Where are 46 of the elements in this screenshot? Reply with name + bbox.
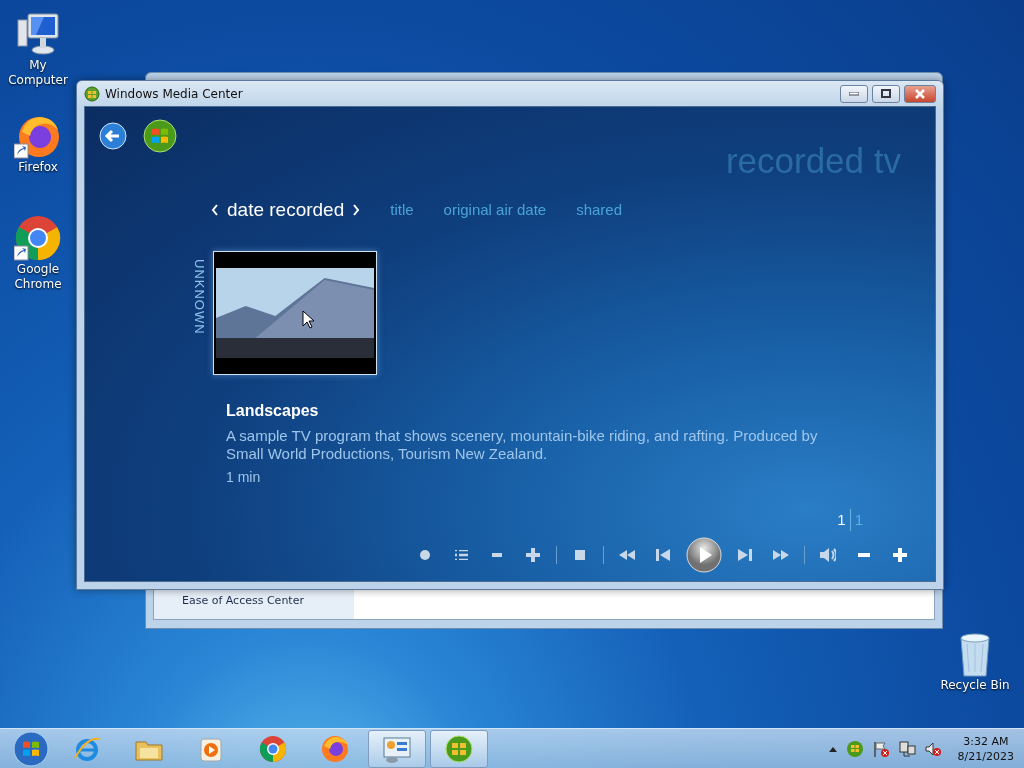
close-button[interactable] <box>904 84 936 103</box>
group-label: UNKNOWN <box>190 258 208 335</box>
taskbar-button[interactable] <box>430 729 488 768</box>
clock-time: 3:32 AM <box>962 733 1010 749</box>
list-icon[interactable] <box>454 550 468 560</box>
app-logo-icon <box>84 85 100 102</box>
computer-icon <box>14 10 62 58</box>
circle-logo-icon <box>258 733 288 764</box>
sort-tab[interactable]: original air date <box>443 199 547 222</box>
play-button[interactable] <box>686 537 722 573</box>
back-button[interactable] <box>99 122 127 150</box>
fox-logo-icon <box>320 733 350 764</box>
restore-button[interactable] <box>872 84 900 103</box>
chevron-right-icon[interactable] <box>352 204 361 217</box>
window-title: Windows Media Center <box>105 85 243 103</box>
desktop-shortcut[interactable]: Firefox <box>0 112 76 175</box>
minimize-icon[interactable] <box>849 91 859 96</box>
restore-icon[interactable] <box>881 89 891 98</box>
dot-icon[interactable] <box>420 550 430 560</box>
orb-logo-icon <box>444 733 474 764</box>
plus-icon[interactable] <box>526 548 540 562</box>
skip-back-icon[interactable] <box>656 549 670 561</box>
page-count: 1 <box>849 508 863 531</box>
minimize-button[interactable] <box>840 84 868 103</box>
taskbar-button[interactable] <box>368 729 426 768</box>
close-icon[interactable] <box>914 88 926 99</box>
desktop-shortcut[interactable]: Recycle Bin <box>937 630 1013 693</box>
item-title: Landscapes <box>226 400 320 421</box>
skip-forward-icon[interactable] <box>738 549 752 561</box>
flag-icon[interactable] <box>871 739 890 758</box>
sidebar-link[interactable]: Ease of Access Center <box>182 592 304 609</box>
item-duration: 1 min <box>226 467 262 487</box>
clock-date: 8/21/2023 <box>957 748 1014 764</box>
thumbnail-tile[interactable] <box>212 250 377 375</box>
mouse-pointer-icon <box>301 309 314 329</box>
desktop-shortcut[interactable]: My Computer <box>0 10 76 88</box>
item-description: A sample TV program that shows scenery, mountain-bike riding, and rafting. Produced by Small World Productions, Tourism New Zealand. <box>226 426 819 463</box>
orb-logo-icon[interactable] <box>845 739 864 758</box>
sort-tab[interactable]: title <box>390 199 414 222</box>
network-icon[interactable] <box>897 739 916 758</box>
speaker-icon[interactable] <box>819 548 837 562</box>
chevron-left-icon[interactable] <box>211 204 219 217</box>
start-orb-button[interactable] <box>143 119 177 153</box>
page-number: 1 <box>837 509 846 530</box>
sort-tab[interactable]: date recorded <box>211 196 361 225</box>
desktop-shortcut[interactable]: Google Chrome <box>0 214 76 292</box>
